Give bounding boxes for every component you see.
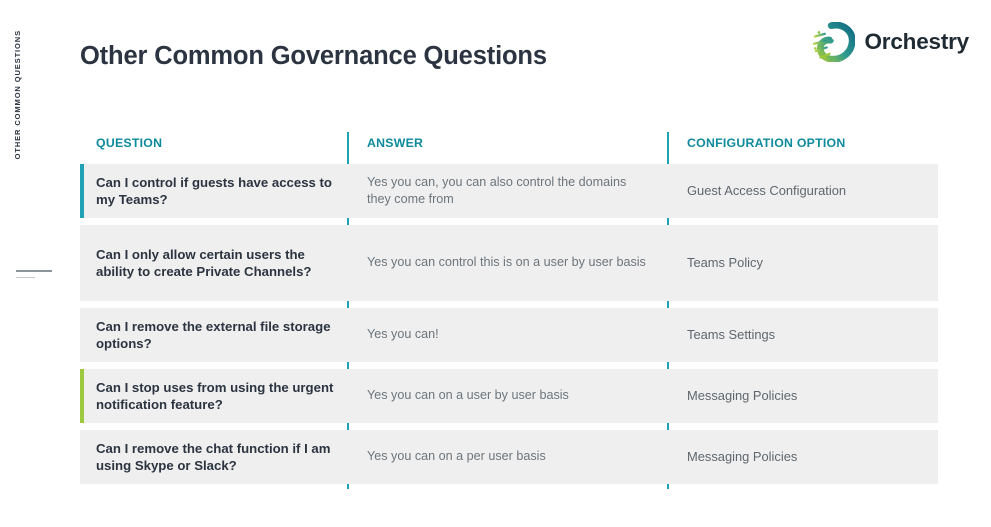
orchestry-comet-logo-icon bbox=[813, 22, 856, 62]
table-body: Can I control if guests have access to m… bbox=[80, 164, 938, 484]
row-accent-bar bbox=[80, 164, 84, 218]
table-row: Can I remove the external file storage o… bbox=[80, 308, 938, 362]
table-header-row: QUESTION ANSWER CONFIGURATION OPTION bbox=[80, 122, 938, 164]
rail-marks bbox=[16, 270, 52, 283]
cell-answer: Yes you can, you can also control the do… bbox=[367, 174, 627, 206]
brand-logo: Orchestry bbox=[813, 22, 969, 62]
cell-answer: Yes you can control this is on a user by… bbox=[367, 255, 646, 270]
table-row: Can I remove the chat function if I am u… bbox=[80, 430, 938, 484]
table-row: Can I control if guests have access to m… bbox=[80, 164, 938, 218]
cell-question: Can I stop uses from using the urgent no… bbox=[96, 379, 334, 412]
column-header-question: QUESTION bbox=[96, 135, 163, 150]
column-header-configuration-option: CONFIGURATION OPTION bbox=[687, 135, 846, 150]
cell-configuration-option: Guest Access Configuration bbox=[687, 183, 847, 199]
governance-questions-table: QUESTION ANSWER CONFIGURATION OPTION Can… bbox=[80, 122, 938, 491]
cell-configuration-option: Teams Policy bbox=[687, 255, 763, 271]
cell-question: Can I remove the chat function if I am u… bbox=[96, 440, 331, 473]
column-header-answer: ANSWER bbox=[367, 135, 424, 150]
row-accent-bar bbox=[80, 369, 84, 423]
brand-name: Orchestry bbox=[864, 28, 969, 54]
page-title: Other Common Governance Questions bbox=[80, 42, 547, 70]
cell-configuration-option: Teams Settings bbox=[687, 327, 776, 343]
section-vertical-label: OTHER COMMON QUESTIONS bbox=[13, 30, 22, 160]
table-row: Can I only allow certain users the abili… bbox=[80, 225, 938, 301]
cell-question: Can I only allow certain users the abili… bbox=[96, 246, 312, 279]
left-rail: OTHER COMMON QUESTIONS bbox=[0, 0, 60, 527]
cell-question: Can I remove the external file storage o… bbox=[96, 318, 331, 351]
cell-configuration-option: Messaging Policies bbox=[687, 388, 798, 404]
cell-answer: Yes you can on a user by user basis bbox=[367, 388, 569, 403]
table-row: Can I stop uses from using the urgent no… bbox=[80, 369, 938, 423]
cell-configuration-option: Messaging Policies bbox=[687, 449, 798, 465]
rail-mark-short bbox=[16, 276, 35, 279]
cell-answer: Yes you can! bbox=[367, 327, 439, 342]
cell-question: Can I control if guests have access to m… bbox=[96, 174, 332, 207]
rail-mark-long bbox=[16, 270, 52, 272]
cell-answer: Yes you can on a per user basis bbox=[367, 449, 546, 464]
